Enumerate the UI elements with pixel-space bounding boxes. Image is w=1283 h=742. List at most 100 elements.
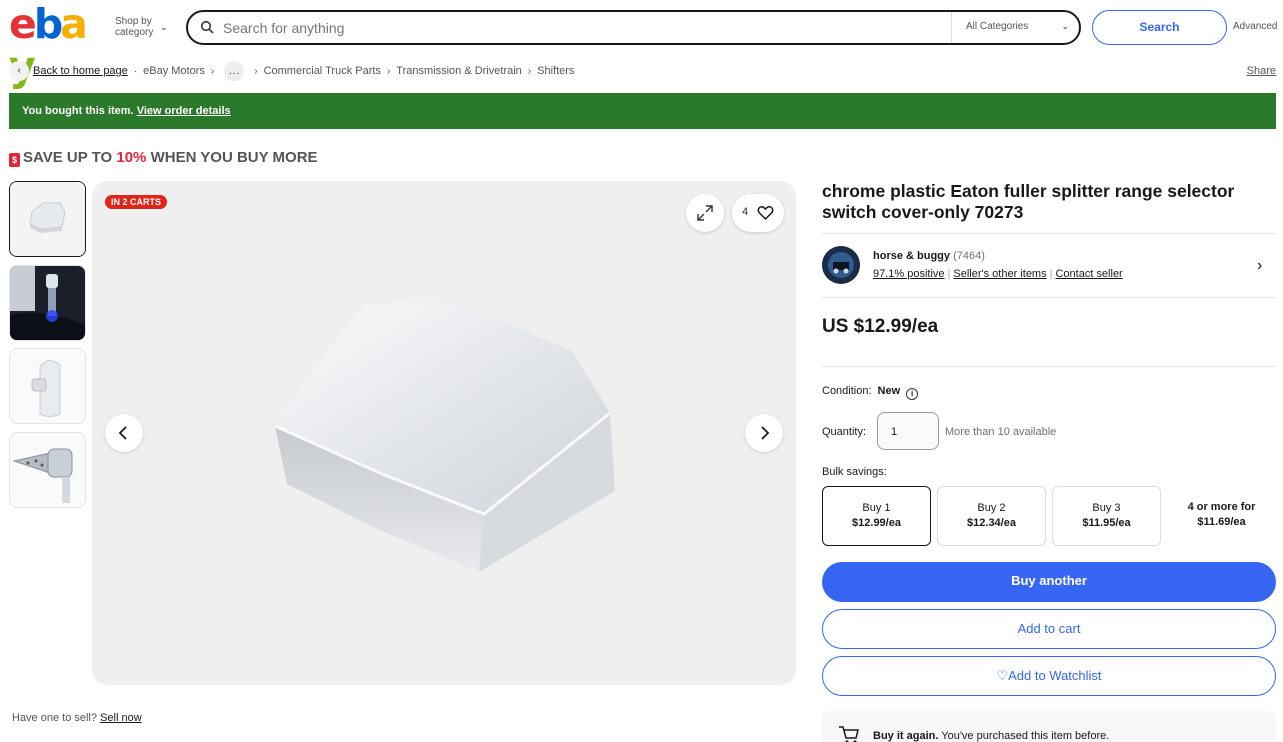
add-to-watchlist-button[interactable]: ♡Add to Watchlist <box>822 656 1276 696</box>
logo-letter-e: e <box>9 0 37 48</box>
seller-avatar[interactable] <box>822 246 860 284</box>
share-link[interactable]: Share <box>1247 65 1276 77</box>
bulk-qty: Buy 1 <box>862 502 891 514</box>
more-icon[interactable]: … <box>224 61 245 81</box>
heart-icon: ♡ <box>996 668 1009 683</box>
advanced-search-link[interactable]: Advanced <box>1233 21 1277 32</box>
seller-name[interactable]: horse & buggy <box>873 250 950 262</box>
breadcrumb-item[interactable]: Commercial Truck Parts <box>264 65 381 77</box>
chevron-right-icon: › <box>386 65 391 77</box>
search-button[interactable]: Search <box>1092 10 1227 45</box>
chevron-left-icon <box>118 426 127 440</box>
chevron-down-icon: ⌄ <box>160 22 168 32</box>
truck-interior-image <box>10 266 85 340</box>
product-thumbnail-image <box>10 182 85 256</box>
separator: | <box>1049 268 1053 280</box>
chevron-right-icon: › <box>254 65 258 77</box>
bulk-qty: 4 or more for <box>1187 501 1256 513</box>
logo-letter-a: a <box>60 0 88 48</box>
category-select[interactable]: All Categories ⌄ <box>951 12 1081 43</box>
buy-another-button[interactable]: Buy another <box>822 562 1276 602</box>
divider <box>822 366 1276 367</box>
chevron-left-icon[interactable]: ‹ <box>9 61 29 81</box>
chevron-right-icon: › <box>210 65 215 77</box>
breadcrumb-item[interactable]: Transmission & Drivetrain <box>396 65 522 77</box>
promo-post: WHEN YOU BUY MORE <box>146 149 318 166</box>
bulk-price: $12.99/ea <box>852 517 901 529</box>
condition-value: New <box>877 385 901 397</box>
seller-logo-image <box>822 246 860 284</box>
main-product-image[interactable]: IN 2 CARTS 4 <box>92 181 796 685</box>
chrome-cover-image <box>92 181 796 685</box>
shop-by-line2: category <box>115 27 154 38</box>
banner-text: You bought this item. <box>22 105 134 117</box>
promo-percent: 10% <box>116 149 147 166</box>
sell-text: Have one to sell? <box>12 712 97 724</box>
spiked-knob-image <box>10 433 85 507</box>
chevron-right-icon <box>761 426 770 440</box>
bulk-price: $12.34/ea <box>967 517 1016 529</box>
contact-seller-link[interactable]: Contact seller <box>1055 268 1122 280</box>
thumbnail-3[interactable] <box>9 348 86 424</box>
cart-icon <box>839 726 859 742</box>
next-image-button[interactable] <box>745 414 783 452</box>
product-price: US $12.99/ea <box>822 316 939 337</box>
info-icon[interactable]: i <box>906 388 919 400</box>
chevron-right-icon[interactable]: › <box>1257 257 1262 275</box>
search-input[interactable] <box>223 17 923 39</box>
buy-again-bold: Buy it again. <box>873 730 939 742</box>
logo-letter-b: b <box>33 0 63 48</box>
watch-count-button[interactable]: 4 <box>732 194 784 232</box>
promo-pre: SAVE UP TO <box>23 149 117 166</box>
search-icon <box>200 20 214 34</box>
seller-links: 97.1% positive | Seller's other items | Cont… <box>873 268 1123 280</box>
bulk-option-1[interactable]: Buy 1 $12.99/ea <box>822 486 931 546</box>
buy-again-notice: Buy it again. You've purchased this item… <box>822 711 1276 742</box>
search-bar: All Categories ⌄ <box>186 10 1081 45</box>
add-to-watchlist-label: Add to Watchlist <box>1008 668 1102 683</box>
bulk-option-4[interactable]: 4 or more for $11.69/ea <box>1167 486 1276 546</box>
bulk-option-2[interactable]: Buy 2 $12.34/ea <box>937 486 1046 546</box>
breadcrumb: ‹ Back to home page · eBay Motors › … › … <box>9 60 574 82</box>
previous-image-button[interactable] <box>105 414 143 452</box>
buy-again-text: Buy it again. You've purchased this item… <box>873 730 1109 742</box>
price-tag-icon: $ <box>9 153 20 167</box>
back-to-home-link[interactable]: Back to home page <box>33 65 128 77</box>
condition-label: Condition: <box>822 385 872 397</box>
view-order-details-link[interactable]: View order details <box>137 105 231 117</box>
buy-again-rest: You've purchased this item before. <box>938 730 1110 742</box>
in-carts-badge: IN 2 CARTS <box>105 195 168 209</box>
breadcrumb-item[interactable]: Shifters <box>537 65 574 77</box>
expand-icon <box>697 205 713 221</box>
bulk-price: $11.95/ea <box>1082 517 1131 529</box>
bulk-option-3[interactable]: Buy 3 $11.95/ea <box>1052 486 1161 546</box>
sell-now-link[interactable]: Sell now <box>100 712 142 724</box>
breadcrumb-separator: · <box>133 65 138 77</box>
add-to-cart-button[interactable]: Add to cart <box>822 609 1276 649</box>
quantity-label: Quantity: <box>822 426 867 438</box>
breadcrumb-item[interactable]: eBay Motors <box>143 65 205 77</box>
availability-text: More than 10 available <box>945 426 1057 438</box>
expand-button[interactable] <box>686 194 724 232</box>
sell-prompt: Have one to sell? Sell now <box>12 712 142 724</box>
bulk-qty: Buy 2 <box>977 502 1006 514</box>
ebay-logo[interactable]: ebay <box>9 0 104 87</box>
bulk-promo: $ SAVE UP TO 10% WHEN YOU BUY MORE <box>9 149 318 167</box>
separator: | <box>947 268 951 280</box>
thumbnail-1[interactable] <box>9 181 86 257</box>
chevron-right-icon: › <box>527 65 532 77</box>
shop-by-category[interactable]: Shop by category ⌄ <box>115 16 168 38</box>
divider <box>822 297 1276 298</box>
bulk-price: $11.69/ea <box>1197 516 1246 528</box>
shift-knob-image <box>10 349 85 423</box>
quantity-input[interactable]: 1 <box>877 412 939 450</box>
thumbnail-4[interactable] <box>9 432 86 508</box>
heart-icon <box>757 206 774 221</box>
seller-other-items-link[interactable]: Seller's other items <box>953 268 1046 280</box>
seller-name-line: horse & buggy (7464) <box>873 250 985 262</box>
seller-feedback-count: (7464) <box>953 250 985 262</box>
chevron-down-icon: ⌄ <box>1061 21 1069 31</box>
shop-by-line1: Shop by <box>115 16 152 27</box>
seller-positive-link[interactable]: 97.1% positive <box>873 268 945 280</box>
thumbnail-2[interactable] <box>9 265 86 341</box>
